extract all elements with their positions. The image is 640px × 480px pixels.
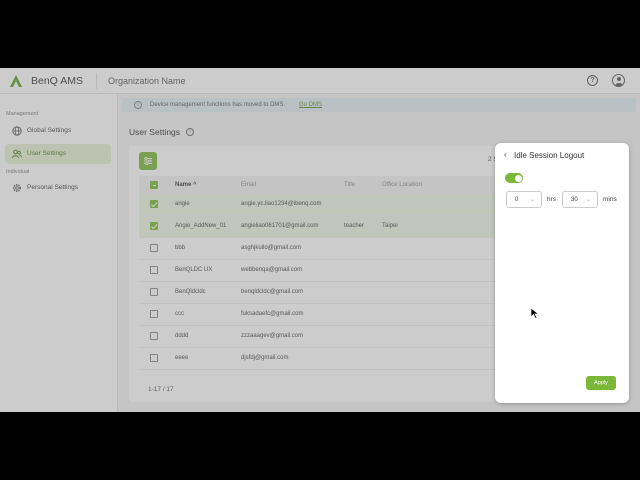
apply-button[interactable]: Apply — [586, 376, 616, 390]
chevron-down-icon: ⌄ — [585, 197, 591, 203]
hours-value: 0 — [515, 197, 519, 203]
hours-select[interactable]: 0 ⌄ — [506, 191, 542, 208]
minutes-select[interactable]: 30 ⌄ — [562, 191, 598, 208]
panel-title: Idle Session Logout — [514, 151, 585, 160]
hours-unit-label: hrs — [547, 196, 557, 203]
mouse-pointer-icon — [530, 307, 540, 319]
idle-logout-toggle[interactable] — [505, 173, 523, 183]
app-window: BenQ AMS Organization Name ? Management … — [0, 68, 640, 412]
idle-session-logout-panel: ‹ Idle Session Logout 0 ⌄ hrs 30 ⌄ mins … — [495, 143, 629, 403]
minutes-value: 30 — [571, 197, 578, 203]
back-arrow-icon[interactable]: ‹ — [504, 151, 512, 159]
chevron-down-icon: ⌄ — [529, 197, 535, 203]
toggle-knob — [514, 174, 522, 182]
minutes-unit-label: mins — [603, 196, 617, 203]
